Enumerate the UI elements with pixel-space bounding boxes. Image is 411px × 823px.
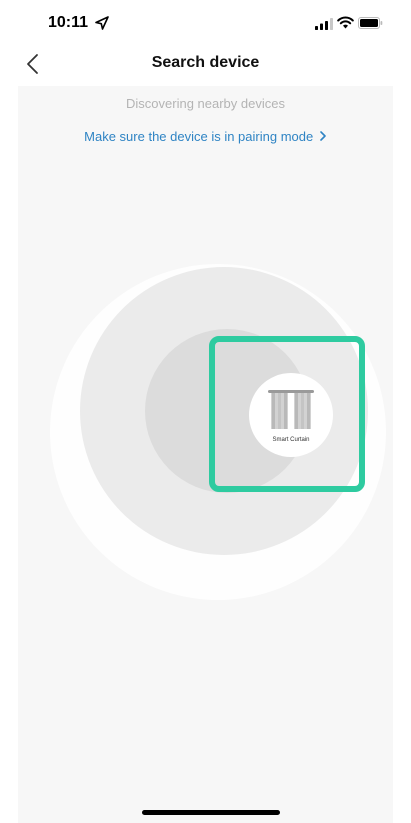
search-device-screen: 10:11 Search device Discovering nearby d…: [0, 0, 411, 823]
discovering-status-text: Discovering nearby devices: [126, 96, 285, 111]
pairing-mode-link-label: Make sure the device is in pairing mode: [84, 129, 314, 144]
status-bar: 10:11: [0, 0, 411, 44]
chevron-right-icon: [320, 131, 326, 141]
location-arrow-icon: [95, 16, 109, 30]
pairing-mode-link[interactable]: Make sure the device is in pairing mode: [18, 129, 393, 144]
cellular-signal-icon: [315, 18, 333, 30]
device-highlight-frame: [209, 336, 365, 492]
navigation-bar: Search device: [0, 44, 411, 84]
page-title: Search device: [151, 54, 260, 71]
wifi-icon: [337, 16, 354, 29]
home-indicator[interactable]: [142, 810, 280, 815]
discovery-panel: Discovering nearby devices Make sure the…: [18, 86, 393, 823]
battery-icon: [358, 17, 383, 29]
status-time: 10:11: [48, 14, 89, 31]
